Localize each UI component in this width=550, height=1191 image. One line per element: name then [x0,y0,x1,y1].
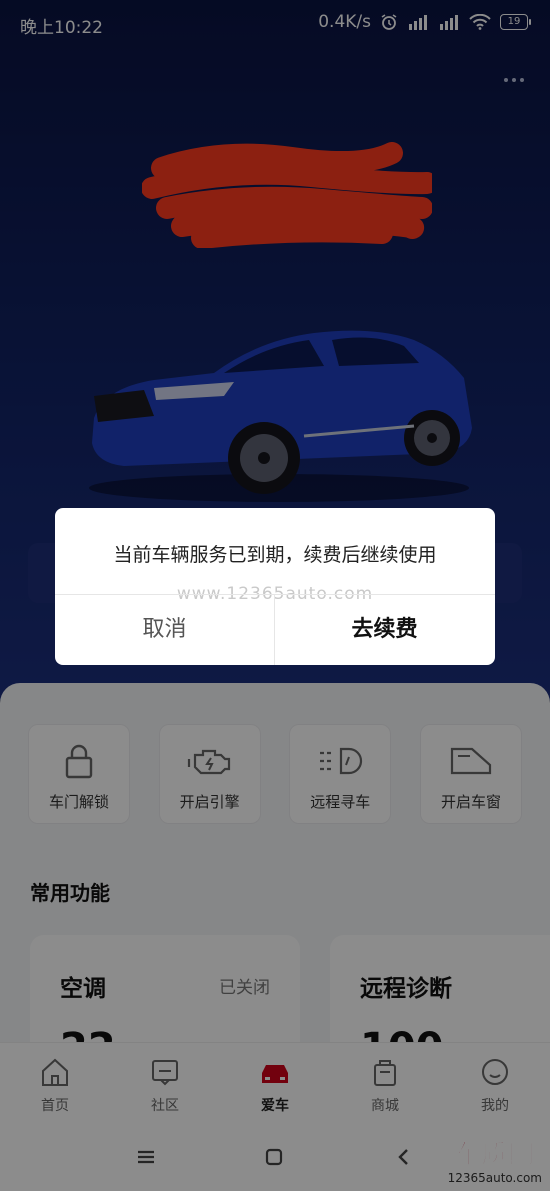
renew-button[interactable]: 去续费 [275,595,494,665]
service-expired-dialog: 当前车辆服务已到期，续费后继续使用 www.12365auto.com 取消 去… [55,508,495,665]
cancel-button[interactable]: 取消 [55,595,274,665]
dialog-message: 当前车辆服务已到期，续费后继续使用 [113,544,437,566]
